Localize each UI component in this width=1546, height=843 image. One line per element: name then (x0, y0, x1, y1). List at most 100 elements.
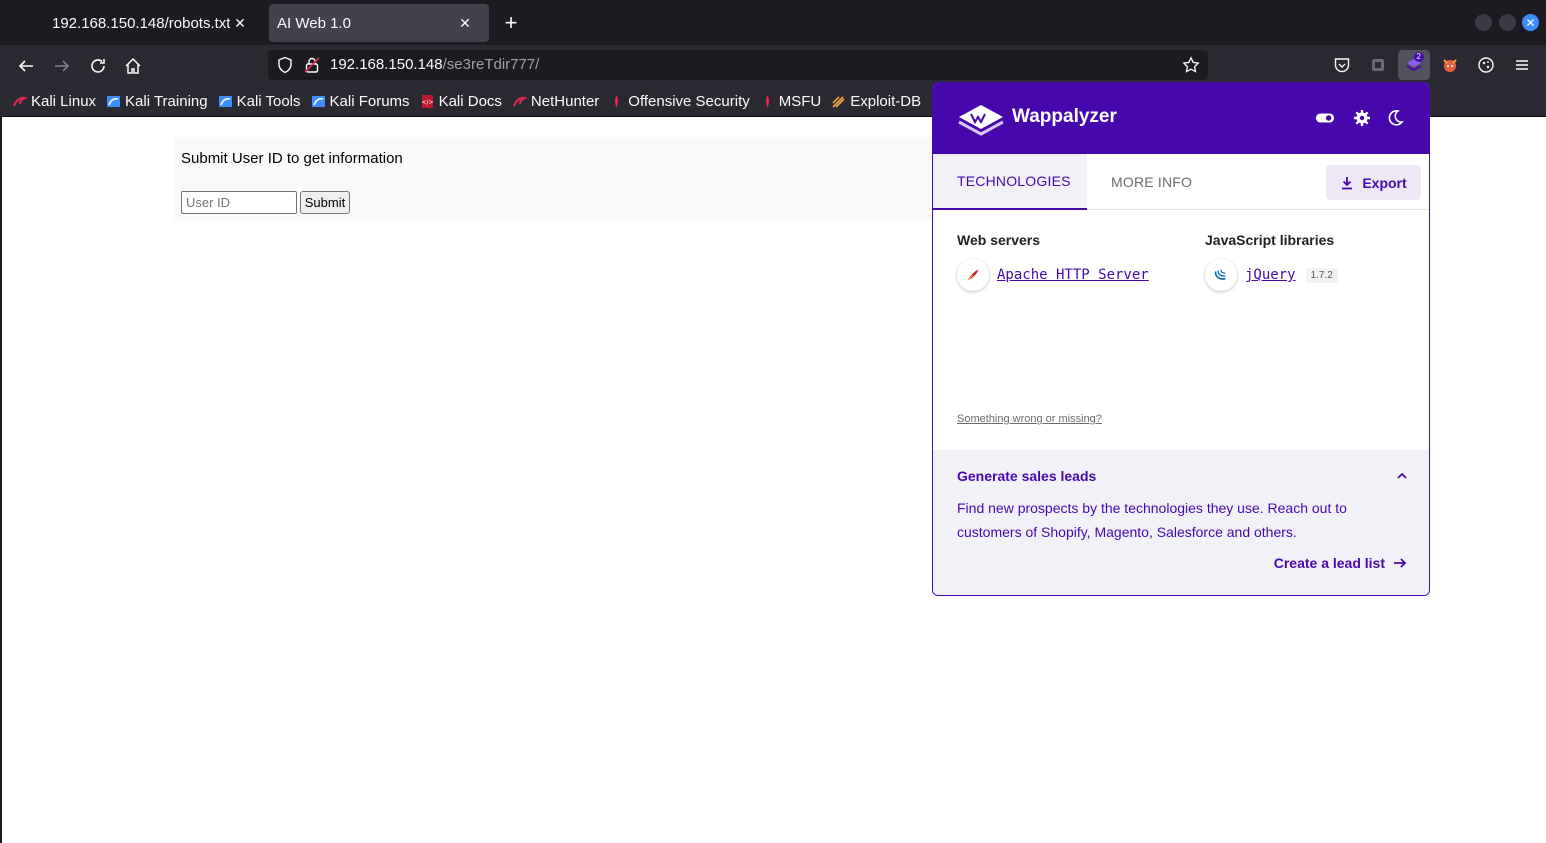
category-javascript-libraries: JavaScript libraries (1205, 232, 1335, 248)
bookmark-label: Kali Forums (329, 93, 410, 110)
tab-title: 192.168.150.148/robots.txt (52, 14, 230, 32)
wappalyzer-logo-icon (958, 105, 1004, 136)
kali-forums-icon (311, 94, 326, 109)
bookmark-nethunter[interactable]: NetHunter (512, 93, 599, 110)
bookmark-label: NetHunter (530, 93, 600, 110)
wappalyzer-popup: Wappalyzer TECHNOLOGIES MORE INFO Export… (932, 82, 1430, 596)
tab-technologies[interactable]: TECHNOLOGIES (933, 154, 1087, 210)
bookmark-label: Exploit-DB (850, 93, 922, 110)
back-arrow-icon (18, 60, 33, 72)
nethunter-icon (512, 94, 529, 109)
chevron-up-icon[interactable] (1395, 469, 1409, 483)
msfu-icon (760, 94, 775, 109)
home-icon (125, 57, 141, 74)
create-lead-list-link[interactable]: Create a lead list (1229, 555, 1429, 571)
pocket-icon (1334, 58, 1350, 73)
hamburger-menu-icon (1516, 60, 1528, 70)
bookmark-star-icon[interactable] (1182, 56, 1200, 74)
tech-link[interactable]: jQuery (1245, 267, 1296, 283)
wappalyzer-header: Wappalyzer (933, 83, 1429, 154)
bookmark-offensive-security[interactable]: Offensive Security (609, 93, 750, 110)
bookmark-kali-docs[interactable]: </> Kali Docs (420, 93, 502, 110)
cta-label: Create a lead list (1273, 555, 1385, 571)
settings-button[interactable] (1352, 108, 1372, 128)
minimize-button[interactable] (1475, 14, 1492, 31)
user-id-input[interactable] (181, 191, 297, 214)
feedback-link[interactable]: Something wrong or missing? (957, 413, 1102, 425)
kali-dragon-icon (12, 94, 29, 109)
kali-tools-icon (218, 94, 233, 109)
tab-ai-web[interactable]: AI Web 1.0 ✕ (269, 4, 489, 42)
tech-apache[interactable]: Apache HTTP Server (957, 259, 1149, 291)
tab-robots[interactable]: 192.168.150.148/robots.txt ✕ (44, 4, 264, 42)
export-label: Export (1362, 174, 1407, 191)
wappalyzer-button[interactable]: 2 (1398, 50, 1430, 80)
download-icon (1342, 176, 1353, 189)
bookmark-label: Kali Linux (31, 93, 97, 110)
close-tab-icon[interactable]: ✕ (230, 13, 250, 33)
url-text[interactable]: 192.168.150.148/se3reTdir777/ (330, 56, 539, 73)
bookmark-label: Kali Tools (236, 93, 301, 110)
insecure-lock-icon[interactable] (303, 56, 321, 74)
dark-mode-button[interactable] (1385, 108, 1405, 128)
pocket-button[interactable] (1330, 53, 1354, 77)
back-button[interactable] (14, 54, 38, 78)
wappalyzer-title: Wappalyzer (1012, 106, 1117, 127)
cookie-icon (1478, 57, 1494, 73)
reader-extension-button[interactable] (1366, 53, 1390, 77)
extension-fox-button[interactable] (1438, 53, 1462, 77)
kali-docs-icon: </> (420, 94, 435, 109)
exploit-db-icon (831, 94, 846, 109)
kali-training-icon (106, 94, 121, 109)
user-id-form: Submit User ID to get information Submit (174, 137, 974, 220)
close-window-button[interactable]: ✕ (1522, 14, 1539, 31)
bookmark-kali-linux[interactable]: Kali Linux (12, 93, 96, 110)
sales-leads-panel: Generate sales leads Find new prospects … (933, 450, 1429, 595)
bookmark-label: Kali Docs (438, 93, 502, 110)
maximize-button[interactable] (1499, 14, 1516, 31)
tech-link[interactable]: Apache HTTP Server (997, 267, 1149, 283)
bookmark-label: MSFU (778, 93, 822, 110)
jquery-icon (1205, 259, 1237, 291)
tab-strip: 192.168.150.148/robots.txt ✕ AI Web 1.0 … (0, 0, 1546, 45)
app-menu-button[interactable] (1510, 53, 1534, 77)
forward-arrow-icon (55, 60, 70, 72)
forward-button[interactable] (50, 54, 74, 78)
tech-version: 1.7.2 (1305, 267, 1338, 283)
tab-more-info[interactable]: MORE INFO (1111, 154, 1192, 210)
bookmark-exploit-db[interactable]: Exploit-DB (831, 93, 921, 110)
submit-button[interactable]: Submit (300, 191, 350, 214)
arrow-right-icon (1394, 558, 1407, 568)
bookmark-kali-training[interactable]: Kali Training (106, 93, 208, 110)
bookmark-label: Offensive Security (628, 93, 750, 110)
browser-window: 192.168.150.148/robots.txt ✕ AI Web 1.0 … (0, 0, 1546, 843)
reload-button[interactable] (86, 54, 110, 78)
wappalyzer-tabs: TECHNOLOGIES MORE INFO Export (933, 154, 1429, 210)
url-path: /se3reTdir777/ (442, 56, 540, 73)
fox-extension-icon (1443, 59, 1457, 72)
category-web-servers: Web servers (957, 232, 1041, 248)
gear-icon (1354, 110, 1370, 126)
toggle-switch[interactable] (1315, 108, 1335, 128)
bookmark-msfu[interactable]: MSFU (760, 93, 822, 110)
leads-title[interactable]: Generate sales leads (957, 468, 1096, 484)
export-button[interactable]: Export (1326, 165, 1421, 200)
leads-description: Find new prospects by the technologies t… (957, 500, 1347, 540)
new-tab-button[interactable]: + (500, 12, 522, 34)
bookmark-kali-tools[interactable]: Kali Tools (218, 93, 301, 110)
form-title: Submit User ID to get information (181, 150, 403, 167)
cookie-extension-button[interactable] (1474, 53, 1498, 77)
extension-icon (1372, 59, 1384, 71)
tab-title: AI Web 1.0 (277, 14, 351, 32)
shield-icon[interactable] (276, 56, 294, 74)
tech-jquery[interactable]: jQuery 1.7.2 (1205, 259, 1338, 291)
url-host: 192.168.150.148 (330, 56, 443, 73)
moon-icon (1388, 110, 1404, 126)
home-button[interactable] (121, 54, 145, 78)
url-bar[interactable]: 192.168.150.148/se3reTdir777/ (268, 50, 1208, 80)
close-tab-icon[interactable]: ✕ (455, 13, 475, 33)
apache-feather-icon (957, 259, 989, 291)
bookmark-label: Kali Training (125, 93, 208, 110)
bookmark-kali-forums[interactable]: Kali Forums (311, 93, 410, 110)
offsec-icon (609, 94, 624, 109)
